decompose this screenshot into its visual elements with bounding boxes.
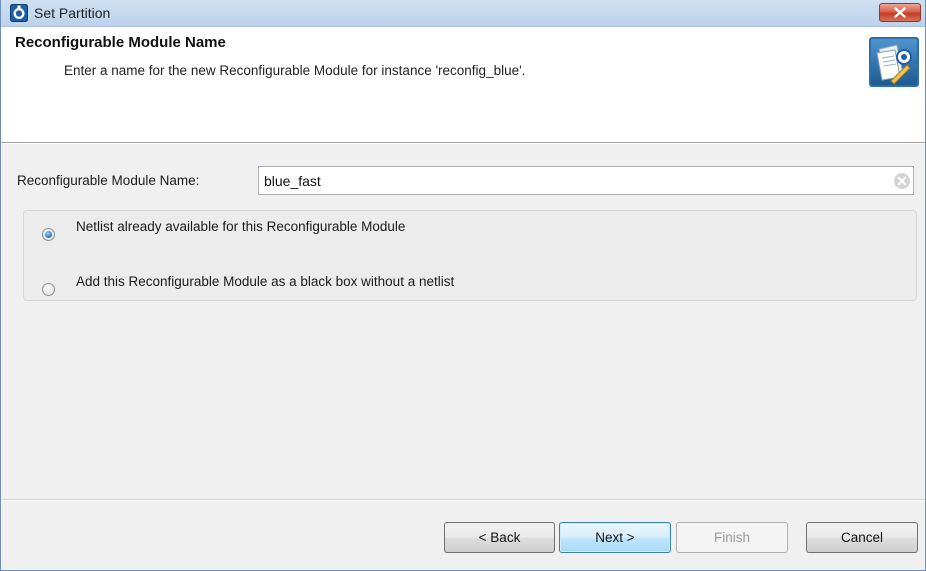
black-box-radio[interactable] xyxy=(42,283,55,296)
page-description: Enter a name for the new Reconfigurable … xyxy=(64,63,526,78)
wizard-document-icon xyxy=(869,37,919,87)
window-title: Set Partition xyxy=(34,5,111,21)
netlist-available-label[interactable]: Netlist already available for this Recon… xyxy=(76,219,405,234)
set-partition-dialog: Set Partition Reconfigurable Module Name… xyxy=(0,0,926,571)
black-box-label[interactable]: Add this Reconfigurable Module as a blac… xyxy=(76,274,454,289)
netlist-option-group: Netlist already available for this Recon… xyxy=(23,210,917,301)
next-button[interactable]: Next > xyxy=(559,522,671,553)
option-black-box[interactable]: Add this Reconfigurable Module as a blac… xyxy=(24,271,916,296)
netlist-available-radio[interactable] xyxy=(42,228,55,241)
clear-input-icon[interactable] xyxy=(893,172,911,190)
page-title: Reconfigurable Module Name xyxy=(15,34,226,51)
module-name-input[interactable] xyxy=(258,166,914,195)
back-button[interactable]: < Back xyxy=(444,522,555,553)
module-name-label: Reconfigurable Module Name: xyxy=(17,173,200,188)
title-bar[interactable]: Set Partition xyxy=(1,0,925,27)
cancel-button[interactable]: Cancel xyxy=(806,522,918,553)
footer-divider xyxy=(1,499,925,500)
vivado-app-icon xyxy=(10,4,28,22)
finish-button: Finish xyxy=(676,522,788,553)
close-icon xyxy=(894,7,906,18)
option-netlist-available[interactable]: Netlist already available for this Recon… xyxy=(24,216,916,241)
close-button[interactable] xyxy=(879,3,921,22)
